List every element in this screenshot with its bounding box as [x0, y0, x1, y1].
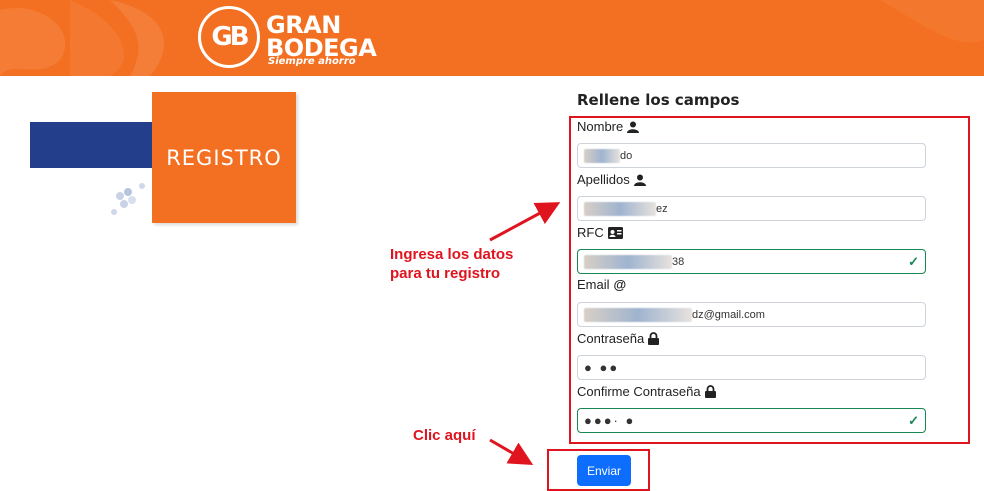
confirme-contrasena-input[interactable]: ●●●· ● ✓ [577, 408, 926, 433]
brand-tagline: Siempre ahorro [268, 56, 356, 67]
at-icon: @ [613, 277, 627, 292]
apellidos-value: ez [656, 202, 668, 215]
contrasena-label: Contraseña [577, 331, 660, 346]
apellidos-input[interactable]: ez [577, 196, 926, 221]
email-input[interactable]: dz@gmail.com [577, 302, 926, 327]
valid-check-icon: ✓ [908, 254, 919, 269]
redacted-blur [584, 307, 692, 322]
banner-registro-title: REGISTRO [166, 146, 282, 170]
annotation-fill-hint-line2: para tu registro [390, 265, 501, 282]
annotation-fill-hint-line1: Ingresa los datos [390, 246, 514, 263]
contrasena-value: ● ●● [584, 360, 620, 375]
nombre-input[interactable]: do [577, 143, 926, 168]
nombre-label-text: Nombre [577, 119, 624, 134]
lock-icon [704, 385, 716, 398]
banner-blue-strip [30, 122, 154, 168]
confirme-contrasena-label-text: Confirme Contraseña [577, 384, 701, 399]
confirme-contrasena-value: ●●●· ● [584, 413, 636, 428]
redacted-blur [584, 254, 672, 269]
user-icon [627, 121, 640, 133]
redacted-blur [584, 148, 620, 163]
contrasena-input[interactable]: ● ●● [577, 355, 926, 380]
site-header: GB GRAN BODEGA Siempre ahorro [0, 0, 984, 76]
annotation-fill-hint: Ingresa los datos para tu registro [390, 245, 513, 283]
annotation-click-hint: Clic aquí [413, 427, 476, 444]
contrasena-label-text: Contraseña [577, 331, 645, 346]
apellidos-label: Apellidos [577, 172, 646, 187]
logo-mark: GB [198, 6, 260, 68]
rfc-label: RFC [577, 225, 623, 240]
email-label-text: Email [577, 277, 610, 292]
email-label: Email @ [577, 277, 626, 292]
valid-check-icon: ✓ [908, 413, 919, 428]
arrow-to-form [489, 202, 561, 242]
id-card-icon [607, 226, 623, 239]
email-value: dz@gmail.com [692, 308, 765, 321]
rfc-value: 38 [672, 255, 685, 268]
lock-icon [648, 332, 660, 345]
banner-decoration-icon [111, 183, 145, 215]
rfc-label-text: RFC [577, 225, 604, 240]
nombre-value: do [620, 149, 633, 162]
apellidos-label-text: Apellidos [577, 172, 630, 187]
confirme-contrasena-label: Confirme Contraseña [577, 384, 716, 399]
redacted-blur [584, 201, 656, 216]
rfc-input[interactable]: 38 ✓ [577, 249, 926, 274]
form-title: Rellene los campos [577, 91, 740, 109]
enviar-button[interactable]: Enviar [577, 455, 631, 486]
nombre-label: Nombre [577, 119, 640, 134]
gran-bodega-logo[interactable]: GB GRAN BODEGA Siempre ahorro [198, 6, 388, 70]
arrow-to-submit [489, 438, 534, 466]
header-pattern [0, 0, 984, 76]
user-icon [633, 174, 646, 186]
